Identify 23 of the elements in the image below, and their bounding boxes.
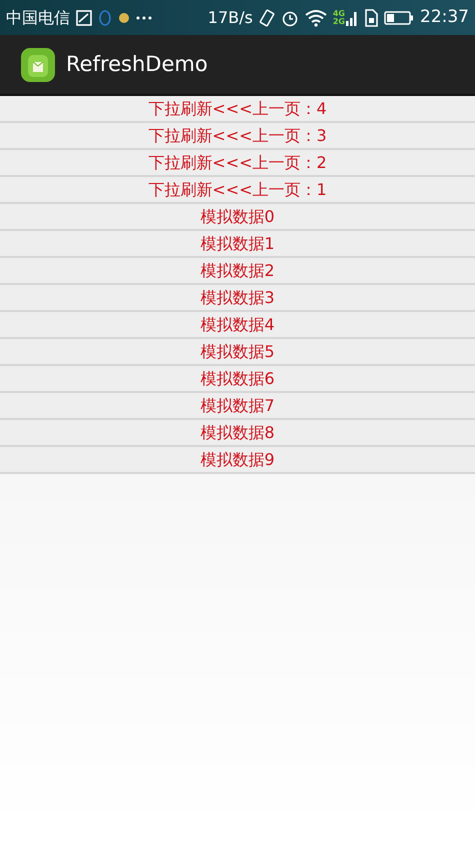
list-item[interactable]: 模拟数据7: [0, 393, 475, 420]
wifi-icon: [304, 8, 327, 26]
list-item[interactable]: 模拟数据3: [0, 285, 475, 312]
vibrate-icon: [258, 8, 275, 26]
carrier-name: 中国电信: [6, 6, 70, 28]
list-item[interactable]: 模拟数据2: [0, 258, 475, 285]
list-item[interactable]: 模拟数据1: [0, 231, 475, 258]
list-item[interactable]: 模拟数据4: [0, 312, 475, 339]
network-type: 2G: [332, 18, 345, 26]
network-type: 4G: [332, 10, 345, 18]
network-speed: 17B/s: [208, 6, 253, 28]
more-icon: [136, 14, 152, 20]
dot-icon: [118, 12, 130, 24]
list-item[interactable]: 模拟数据8: [0, 420, 475, 447]
list-item[interactable]: 模拟数据5: [0, 339, 475, 366]
image-icon: [76, 10, 92, 26]
alarm-icon: [280, 8, 299, 26]
clock-time: 22:37: [420, 6, 469, 29]
list-item[interactable]: 模拟数据9: [0, 447, 475, 474]
list-item[interactable]: 模拟数据6: [0, 366, 475, 393]
app-title: RefreshDemo: [66, 50, 208, 78]
battery-icon: [384, 10, 414, 26]
sim-card-icon: [364, 8, 378, 26]
